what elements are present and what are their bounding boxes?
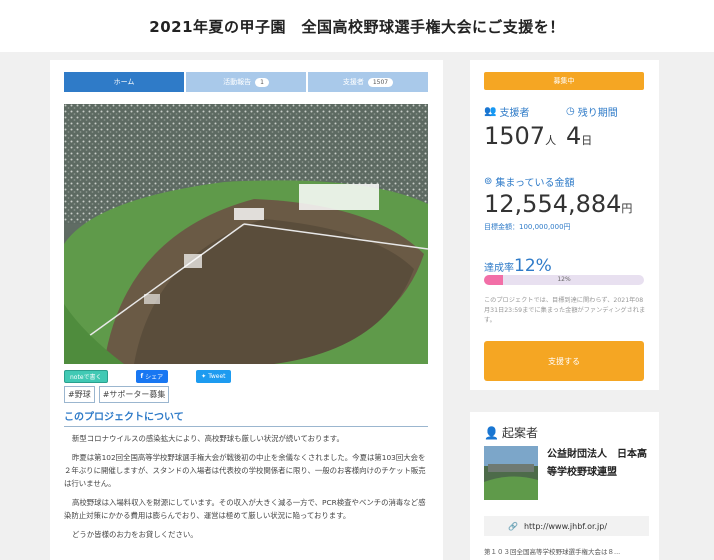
tab-bar: ホーム 活動報告 1 支援者 1507: [64, 72, 428, 92]
organizer-url: http://www.jhbf.or.jp/: [523, 521, 608, 531]
twitter-share-label: Tweet: [208, 373, 226, 380]
tab-count: 1: [255, 77, 269, 87]
supporters-count: 1507人: [484, 122, 556, 150]
remaining-label-text: 残り期間: [577, 108, 618, 119]
organizer-heading-text: 起案者: [501, 426, 538, 440]
paragraph: どうか皆様のお力をお貸しください。: [72, 530, 198, 539]
progress-text: 12%: [557, 276, 571, 283]
organizer-heading: 👤 起案者: [484, 424, 538, 441]
project-main: ホーム 活動報告 1 支援者 1507 noteで書く f シェア ✦ Twee…: [50, 60, 443, 560]
remaining-label: ◷ 残り期間: [566, 104, 618, 119]
tab-label: ホーム: [113, 78, 135, 86]
organizer-website-link[interactable]: 🔗 http://www.jhbf.or.jp/: [484, 516, 649, 536]
project-description: 新型コロナウイルスの感染拡大により、高校野球も厳しい状況が続いております。 昨夏…: [64, 432, 428, 547]
paragraph: 高校野球は入場料収入を財源にしています。その収入が大きく減る一方で、PCR検査や…: [64, 498, 426, 520]
facebook-share-label: シェア: [145, 374, 164, 381]
amount-unit: 円: [621, 202, 633, 215]
header: 2021年夏の甲子園 全国高校野球選手権大会にご支援を！: [0, 0, 714, 52]
organizer-thumbnail[interactable]: [484, 446, 538, 500]
tab-count: 1507: [367, 77, 394, 87]
supporters-value: 1507: [484, 122, 546, 150]
rate-value: 12%: [514, 256, 552, 276]
section-heading: このプロジェクトについて: [64, 408, 428, 427]
organizer-name[interactable]: 公益財団法人 日本高等学校野球連盟: [547, 446, 647, 482]
facebook-icon: f: [140, 373, 144, 380]
tab-activity[interactable]: 活動報告 1: [186, 72, 306, 92]
people-icon: 👥: [484, 106, 497, 117]
organizer-card: 👤 起案者 公益財団法人 日本高等学校野球連盟 🔗 http://www.jhb…: [470, 412, 659, 560]
amount-value: 12,554,884: [484, 190, 622, 218]
tab-home[interactable]: ホーム: [64, 72, 184, 92]
support-button[interactable]: 支援する: [484, 341, 644, 381]
supporters-label-text: 支援者: [499, 108, 530, 119]
tab-supporters[interactable]: 支援者 1507: [308, 72, 428, 92]
person-icon: 👤: [484, 425, 499, 440]
hero-image-stadium: [64, 104, 428, 364]
remaining-unit: 日: [581, 134, 593, 147]
tag-baseball[interactable]: #野球: [64, 386, 95, 403]
note-share-button[interactable]: noteで書く: [64, 370, 108, 383]
remaining-days: 4日: [566, 122, 592, 150]
funding-summary: 募集中 👥 支援者 ◷ 残り期間 1507人 4日 ⊚ 集まっている金額 12,…: [470, 60, 659, 390]
tab-label: 支援者: [342, 78, 364, 86]
share-row: noteで書く f シェア ✦ Tweet: [64, 370, 231, 383]
tab-label: 活動報告: [223, 78, 252, 86]
goal-amount: 目標金額：100,000,000円: [484, 223, 571, 231]
amount-raised: 12,554,884円: [484, 190, 632, 218]
remaining-value: 4: [566, 122, 582, 150]
supporters-label: 👥 支援者: [484, 104, 529, 119]
paragraph: 新型コロナウイルスの感染拡大により、高校野球も厳しい状況が続いております。: [72, 434, 344, 443]
rate-label: 達成率: [484, 263, 514, 274]
amount-label-text: 集まっている金額: [495, 178, 575, 189]
twitter-icon: ✦: [201, 373, 207, 380]
tag-list: #野球 #サポーター募集: [64, 386, 170, 403]
organizer-description: 第１０３回全国高等学校野球選手権大会は８...: [484, 548, 621, 556]
tag-supporters[interactable]: #サポーター募集: [98, 386, 170, 403]
funding-note: このプロジェクトでは、目標到達に関わらず、2021年08月31日23:59までに…: [484, 297, 646, 324]
note-share-label: noteで書く: [70, 374, 102, 381]
yen-icon: ⊚: [484, 176, 493, 187]
clock-icon: ◷: [566, 106, 575, 117]
page-title: 2021年夏の甲子園 全国高校野球選手権大会にご支援を！: [149, 18, 565, 36]
twitter-share-button[interactable]: ✦ Tweet: [196, 370, 231, 383]
status-badge: 募集中: [484, 72, 644, 90]
paragraph: 昨夏は第102回全国高等学校野球選手権大会が戦後初の中止を余儀なくされました。今…: [64, 453, 426, 488]
amount-label: ⊚ 集まっている金額: [484, 174, 575, 189]
link-icon: 🔗: [508, 521, 518, 531]
supporters-unit: 人: [545, 134, 557, 147]
achievement-rate: 達成率12%: [484, 256, 552, 276]
facebook-share-button[interactable]: f シェア: [135, 370, 169, 383]
progress-bar: 12%: [484, 275, 644, 285]
